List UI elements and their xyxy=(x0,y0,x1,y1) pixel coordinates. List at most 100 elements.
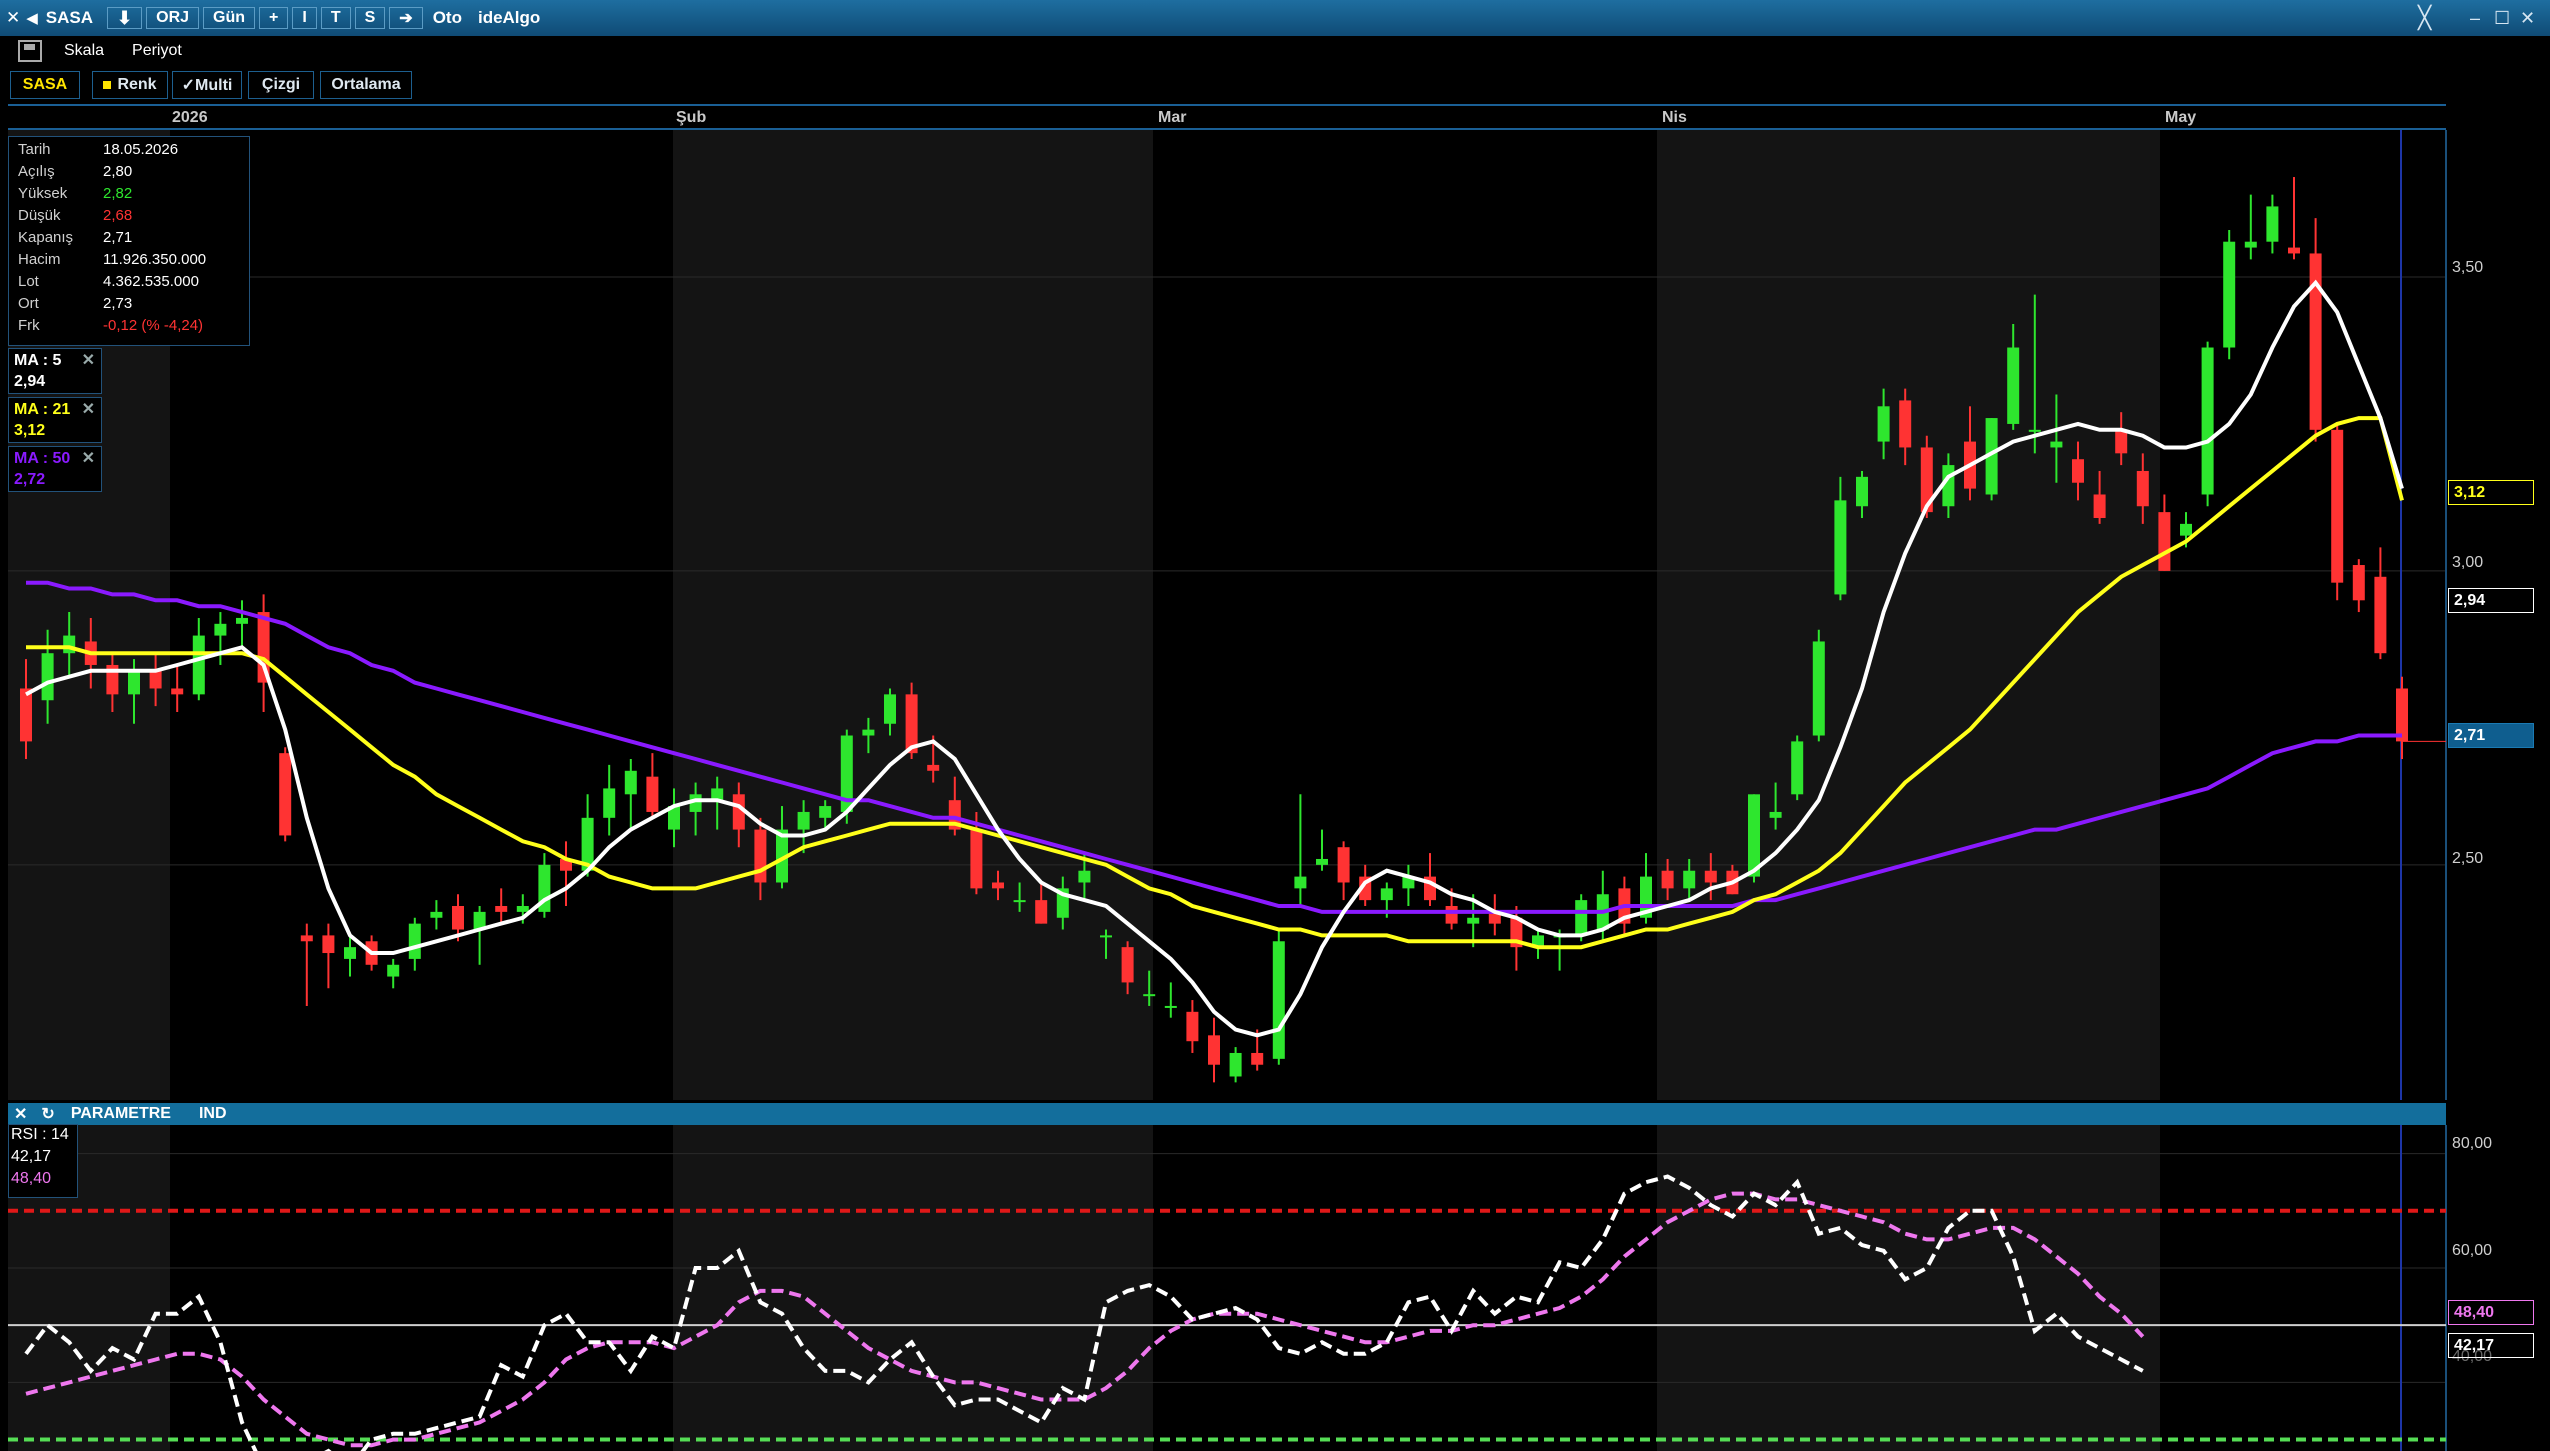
candle-body xyxy=(2266,206,2279,242)
candle-body xyxy=(2136,470,2149,507)
rsi-chart[interactable] xyxy=(0,1125,2550,1451)
menu-bar: Skala Periyot xyxy=(0,36,2550,66)
idealgo-button[interactable]: ideAlgo xyxy=(472,7,546,29)
candle-body xyxy=(1337,847,1350,883)
candle-body xyxy=(408,923,421,959)
ohlc-info-box: Tarih 18.05.2026 Açılış 2,80 Yüksek 2,82 Dü… xyxy=(8,136,250,346)
month-label: Mar xyxy=(1158,109,1187,126)
month-label: May xyxy=(2165,109,2197,126)
tab-ortalama[interactable]: Ortalama xyxy=(320,71,412,99)
indicator-toolbar: ✕ ↻ PARAMETRE IND xyxy=(8,1103,2446,1125)
parametre-button[interactable]: PARAMETRE xyxy=(71,1105,171,1123)
plus-button[interactable]: + xyxy=(259,7,289,29)
rsi-axis-label: 60,00 xyxy=(2452,1242,2493,1259)
tab-multi[interactable]: ✓Multi xyxy=(172,71,242,99)
candle-body xyxy=(1812,641,1825,736)
tab-cizgi[interactable]: Çizgi xyxy=(248,71,314,99)
month-band xyxy=(673,130,1153,1100)
rsi-month-band xyxy=(673,1125,1153,1451)
month-label: 2026 xyxy=(172,109,208,126)
orj-button[interactable]: ORJ xyxy=(146,7,200,29)
s-button[interactable]: S xyxy=(354,7,386,29)
remove-ma50-icon[interactable]: ✕ xyxy=(82,448,95,468)
download-button[interactable]: ⬇ xyxy=(107,7,143,29)
candle-body xyxy=(2244,241,2257,248)
refresh-indicator-icon[interactable]: ↻ xyxy=(41,1104,54,1124)
remove-ma5-icon[interactable]: ✕ xyxy=(82,350,95,370)
menu-skala[interactable]: Skala xyxy=(64,42,104,60)
candle-body xyxy=(1575,900,1588,936)
price-axis-label: 2,50 xyxy=(2452,850,2484,867)
ma21-legend[interactable]: MA : 21 ✕ 3,12 xyxy=(8,397,102,443)
candle-body xyxy=(1208,1035,1220,1065)
price-axis-label: 3,00 xyxy=(2452,554,2484,571)
ma5-legend[interactable]: MA : 5 ✕ 2,94 xyxy=(8,348,102,394)
ma50-legend[interactable]: MA : 50 ✕ 2,72 xyxy=(8,446,102,492)
t-button[interactable]: T xyxy=(320,7,351,29)
candle-body xyxy=(1316,858,1328,865)
candle-body xyxy=(300,935,313,942)
info-hacim: Hacim 11.926.350.000 xyxy=(18,251,207,268)
tab-symbol[interactable]: SASA xyxy=(10,71,80,99)
info-ort: Ort 2,73 xyxy=(18,295,133,312)
candle-body xyxy=(2007,347,2020,424)
minimize-icon[interactable]: – xyxy=(2470,0,2480,36)
info-dusuk: Düşük 2,68 xyxy=(18,207,133,224)
candle-body xyxy=(1877,406,1890,442)
candle-body xyxy=(1035,900,1048,924)
info-yuksek: Yüksek 2,82 xyxy=(18,185,133,202)
candle-body xyxy=(1899,400,1912,448)
candle-body xyxy=(41,653,54,701)
candle-body xyxy=(2288,247,2300,254)
candle-body xyxy=(927,764,940,771)
candle-body xyxy=(970,829,983,889)
price-chart[interactable] xyxy=(0,130,2550,1100)
close-icon[interactable]: ✕ xyxy=(2520,0,2535,36)
candle-body xyxy=(344,947,356,959)
period-button[interactable]: Gün xyxy=(203,7,256,29)
maximize-icon[interactable]: ☐ xyxy=(2494,0,2510,36)
price-axis-label: 3,50 xyxy=(2452,259,2484,276)
candle-body xyxy=(862,729,875,736)
candle-body xyxy=(214,623,227,636)
oto-button[interactable]: Oto xyxy=(427,7,468,29)
candle-body xyxy=(387,964,400,977)
candle-body xyxy=(1121,947,1134,983)
remove-ma21-icon[interactable]: ✕ xyxy=(82,399,95,419)
i-button[interactable]: I xyxy=(292,7,317,29)
close-chart-icon[interactable]: ╳ xyxy=(2418,0,2431,36)
candle-body xyxy=(1661,870,1674,889)
info-tarih: Tarih 18.05.2026 xyxy=(18,141,179,158)
month-band xyxy=(2160,130,2446,1100)
ind-button[interactable]: IND xyxy=(199,1105,227,1123)
rsi-month-band xyxy=(1657,1125,2160,1451)
back-icon[interactable]: ◀ xyxy=(26,9,38,27)
candle-body xyxy=(1791,741,1804,795)
candle-body xyxy=(884,694,896,724)
symbol-title[interactable]: SASA xyxy=(46,8,93,28)
candle-body xyxy=(452,906,464,930)
info-acilis: Açılış 2,80 xyxy=(18,163,133,180)
rsi-legend[interactable]: RSI : 14 42,17 48,40 xyxy=(8,1124,78,1198)
save-icon[interactable] xyxy=(18,40,42,62)
candle-body xyxy=(128,670,140,695)
menu-periyot[interactable]: Periyot xyxy=(132,42,182,60)
close-indicator-icon[interactable]: ✕ xyxy=(14,1104,27,1124)
candle-body xyxy=(1143,994,1156,997)
candle-body xyxy=(1467,917,1480,924)
candle-body xyxy=(2223,241,2236,348)
candle-body xyxy=(1186,1011,1199,1042)
arrow-right-button[interactable]: ➔ xyxy=(389,7,423,29)
candle-body xyxy=(1380,888,1393,901)
tab-renk[interactable]: Renk xyxy=(92,71,168,99)
candle-body xyxy=(2331,429,2344,583)
title-bar: ✕ ◀ SASA ⬇ ORJ Gün + I T S ➔ Oto ideAlgo… xyxy=(0,0,2550,36)
candle-body xyxy=(1683,870,1696,889)
candle-body xyxy=(1164,1005,1177,1008)
candle-body xyxy=(1834,500,1847,595)
rsi-axis-label: 80,00 xyxy=(2452,1135,2493,1152)
candle-body xyxy=(1445,906,1458,924)
candle-body xyxy=(819,806,832,818)
close-price-tag: 2,71 xyxy=(2448,723,2534,748)
close-window-icon[interactable]: ✕ xyxy=(6,8,20,28)
